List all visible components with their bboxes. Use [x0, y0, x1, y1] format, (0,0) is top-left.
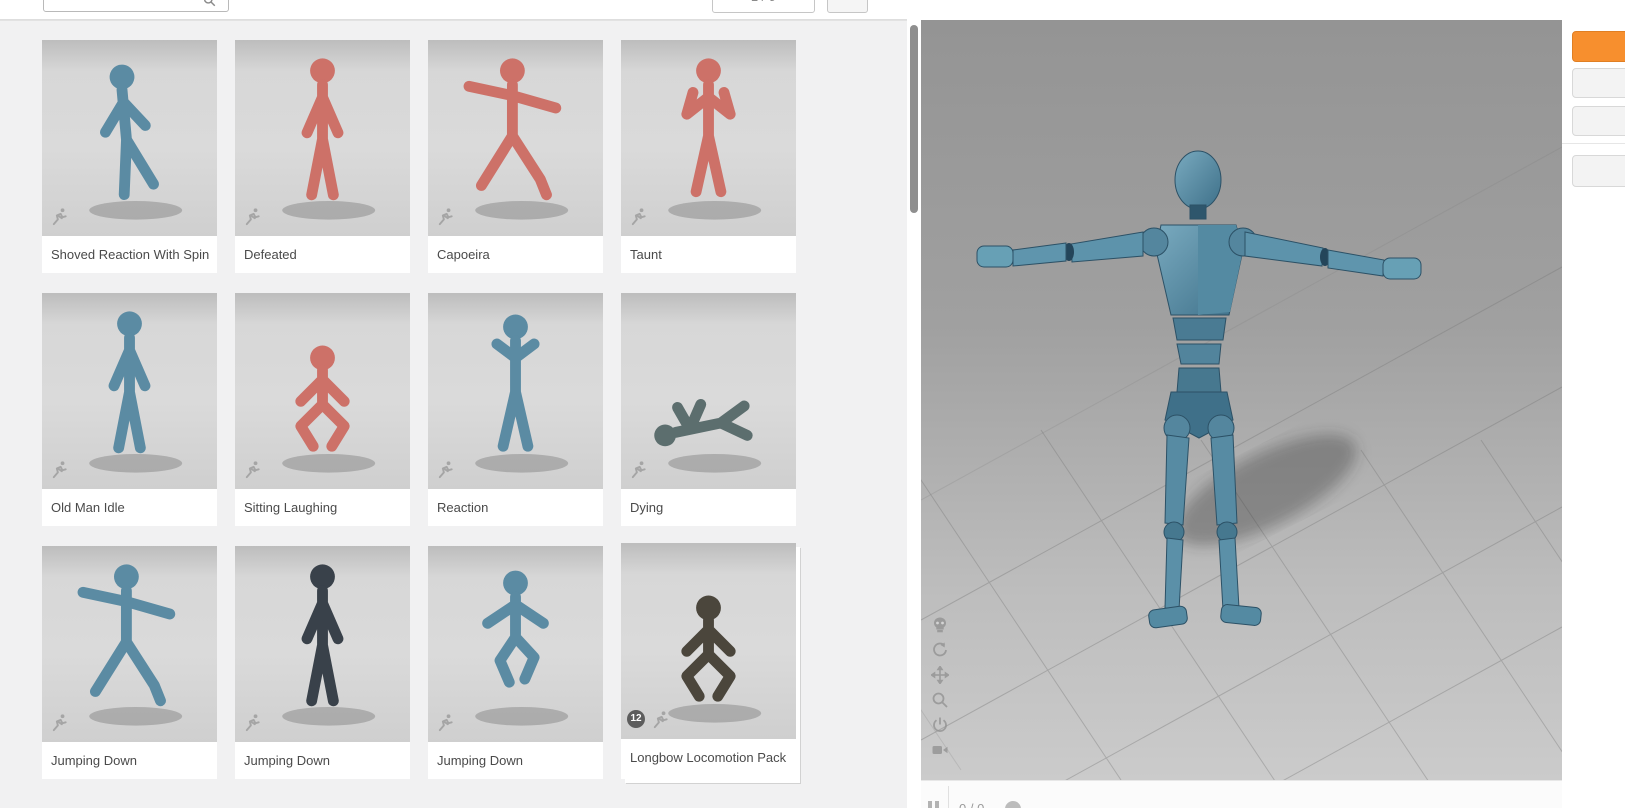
character-model: [976, 150, 1422, 629]
animation-card[interactable]: Old Man Idle: [42, 293, 217, 526]
playback-divider: [948, 786, 949, 808]
animation-title: Defeated: [235, 236, 410, 273]
pack-count-badge: 12: [627, 710, 645, 728]
character-preview: [282, 46, 376, 220]
runner-icon: [438, 714, 453, 732]
mixamo-app: 1 / 9 › Shoved Reaction With Spin: [0, 0, 1625, 808]
animation-card[interactable]: Reaction: [428, 293, 603, 526]
zoom-icon[interactable]: [931, 691, 949, 709]
primary-action-button[interactable]: [1572, 31, 1625, 62]
animation-title: Sitting Laughing: [235, 489, 410, 526]
search-input[interactable]: [43, 0, 229, 12]
character-preview: [89, 299, 183, 473]
viewport-toolbar: [931, 616, 949, 759]
runner-icon: [52, 714, 67, 732]
animation-thumbnail[interactable]: [235, 40, 410, 236]
character-preview: [621, 299, 762, 473]
animation-thumbnail[interactable]: [42, 293, 217, 489]
library-header: 1 / 9 ›: [0, 0, 907, 20]
animation-card[interactable]: Taunt: [621, 40, 796, 273]
search-icon[interactable]: [203, 0, 216, 7]
camera-icon[interactable]: [931, 741, 949, 759]
playback-bar: 0 / 0: [921, 780, 1562, 808]
animation-card[interactable]: Dying: [621, 293, 796, 526]
animation-card[interactable]: Capoeira: [428, 40, 603, 273]
character-preview: [428, 46, 569, 220]
animation-grid: Shoved Reaction With Spin Defeated Capoe…: [0, 20, 907, 808]
runner-icon: [631, 461, 646, 479]
animation-title: Shoved Reaction With Spin: [42, 236, 217, 273]
character-preview: [42, 552, 183, 726]
animation-thumbnail[interactable]: [428, 546, 603, 742]
animation-title: Jumping Down: [235, 742, 410, 779]
animation-title: Longbow Locomotion Pack: [621, 739, 796, 776]
animation-thumbnail[interactable]: [42, 40, 217, 236]
animation-title: Dying: [621, 489, 796, 526]
animation-card[interactable]: Shoved Reaction With Spin: [42, 40, 217, 273]
animation-thumbnail[interactable]: [428, 293, 603, 489]
character-preview: [475, 552, 569, 726]
timeline-handle[interactable]: [1005, 801, 1021, 808]
character-preview: [475, 299, 569, 473]
character-preview: [668, 549, 762, 723]
runner-icon: [438, 208, 453, 226]
pause-button[interactable]: [928, 801, 943, 808]
character-preview: [668, 46, 762, 220]
animation-thumbnail[interactable]: [235, 293, 410, 489]
page-indicator[interactable]: 1 / 9: [712, 0, 815, 13]
animation-card[interactable]: Jumping Down: [42, 546, 217, 779]
runner-icon: [52, 208, 67, 226]
animation-thumbnail[interactable]: [621, 293, 796, 489]
secondary-action-button-1[interactable]: [1572, 68, 1625, 98]
animation-thumbnail[interactable]: [428, 40, 603, 236]
animation-card[interactable]: Jumping Down: [235, 546, 410, 779]
animation-card[interactable]: Sitting Laughing: [235, 293, 410, 526]
runner-icon: [245, 461, 260, 479]
secondary-action-button-2[interactable]: [1572, 106, 1625, 136]
runner-icon: [52, 461, 67, 479]
animation-title: Taunt: [621, 236, 796, 273]
character-preview: [42, 46, 183, 220]
viewport-3d-canvas[interactable]: [921, 20, 1562, 780]
power-icon[interactable]: [931, 716, 949, 734]
action-sidebar: [1562, 0, 1625, 808]
animation-title: Jumping Down: [42, 742, 217, 779]
sidebar-divider: [1562, 143, 1625, 144]
animation-card[interactable]: Defeated: [235, 40, 410, 273]
skull-icon[interactable]: [931, 616, 949, 634]
runner-icon: [653, 711, 668, 729]
animation-thumbnail[interactable]: 12: [621, 543, 796, 739]
animation-card[interactable]: Jumping Down: [428, 546, 603, 779]
runner-icon: [438, 461, 453, 479]
animation-title: Jumping Down: [428, 742, 603, 779]
rotate-icon[interactable]: [931, 641, 949, 659]
next-page-button[interactable]: ›: [827, 0, 868, 13]
animation-thumbnail[interactable]: [621, 40, 796, 236]
runner-icon: [245, 714, 260, 732]
animation-title: Old Man Idle: [42, 489, 217, 526]
character-preview: [282, 299, 376, 473]
grid-scrollbar-track[interactable]: [907, 0, 921, 808]
animation-card[interactable]: 12 Longbow Locomotion Pack: [621, 543, 796, 779]
character-preview: [282, 552, 376, 726]
grid-scrollbar-thumb[interactable]: [910, 25, 918, 213]
secondary-action-button-3[interactable]: [1572, 155, 1625, 187]
runner-icon: [245, 208, 260, 226]
animation-title: Reaction: [428, 489, 603, 526]
runner-icon: [631, 208, 646, 226]
animation-thumbnail[interactable]: [42, 546, 217, 742]
pan-icon[interactable]: [931, 666, 949, 684]
animation-thumbnail[interactable]: [235, 546, 410, 742]
animation-title: Capoeira: [428, 236, 603, 273]
frame-counter: 0 / 0: [959, 801, 984, 808]
